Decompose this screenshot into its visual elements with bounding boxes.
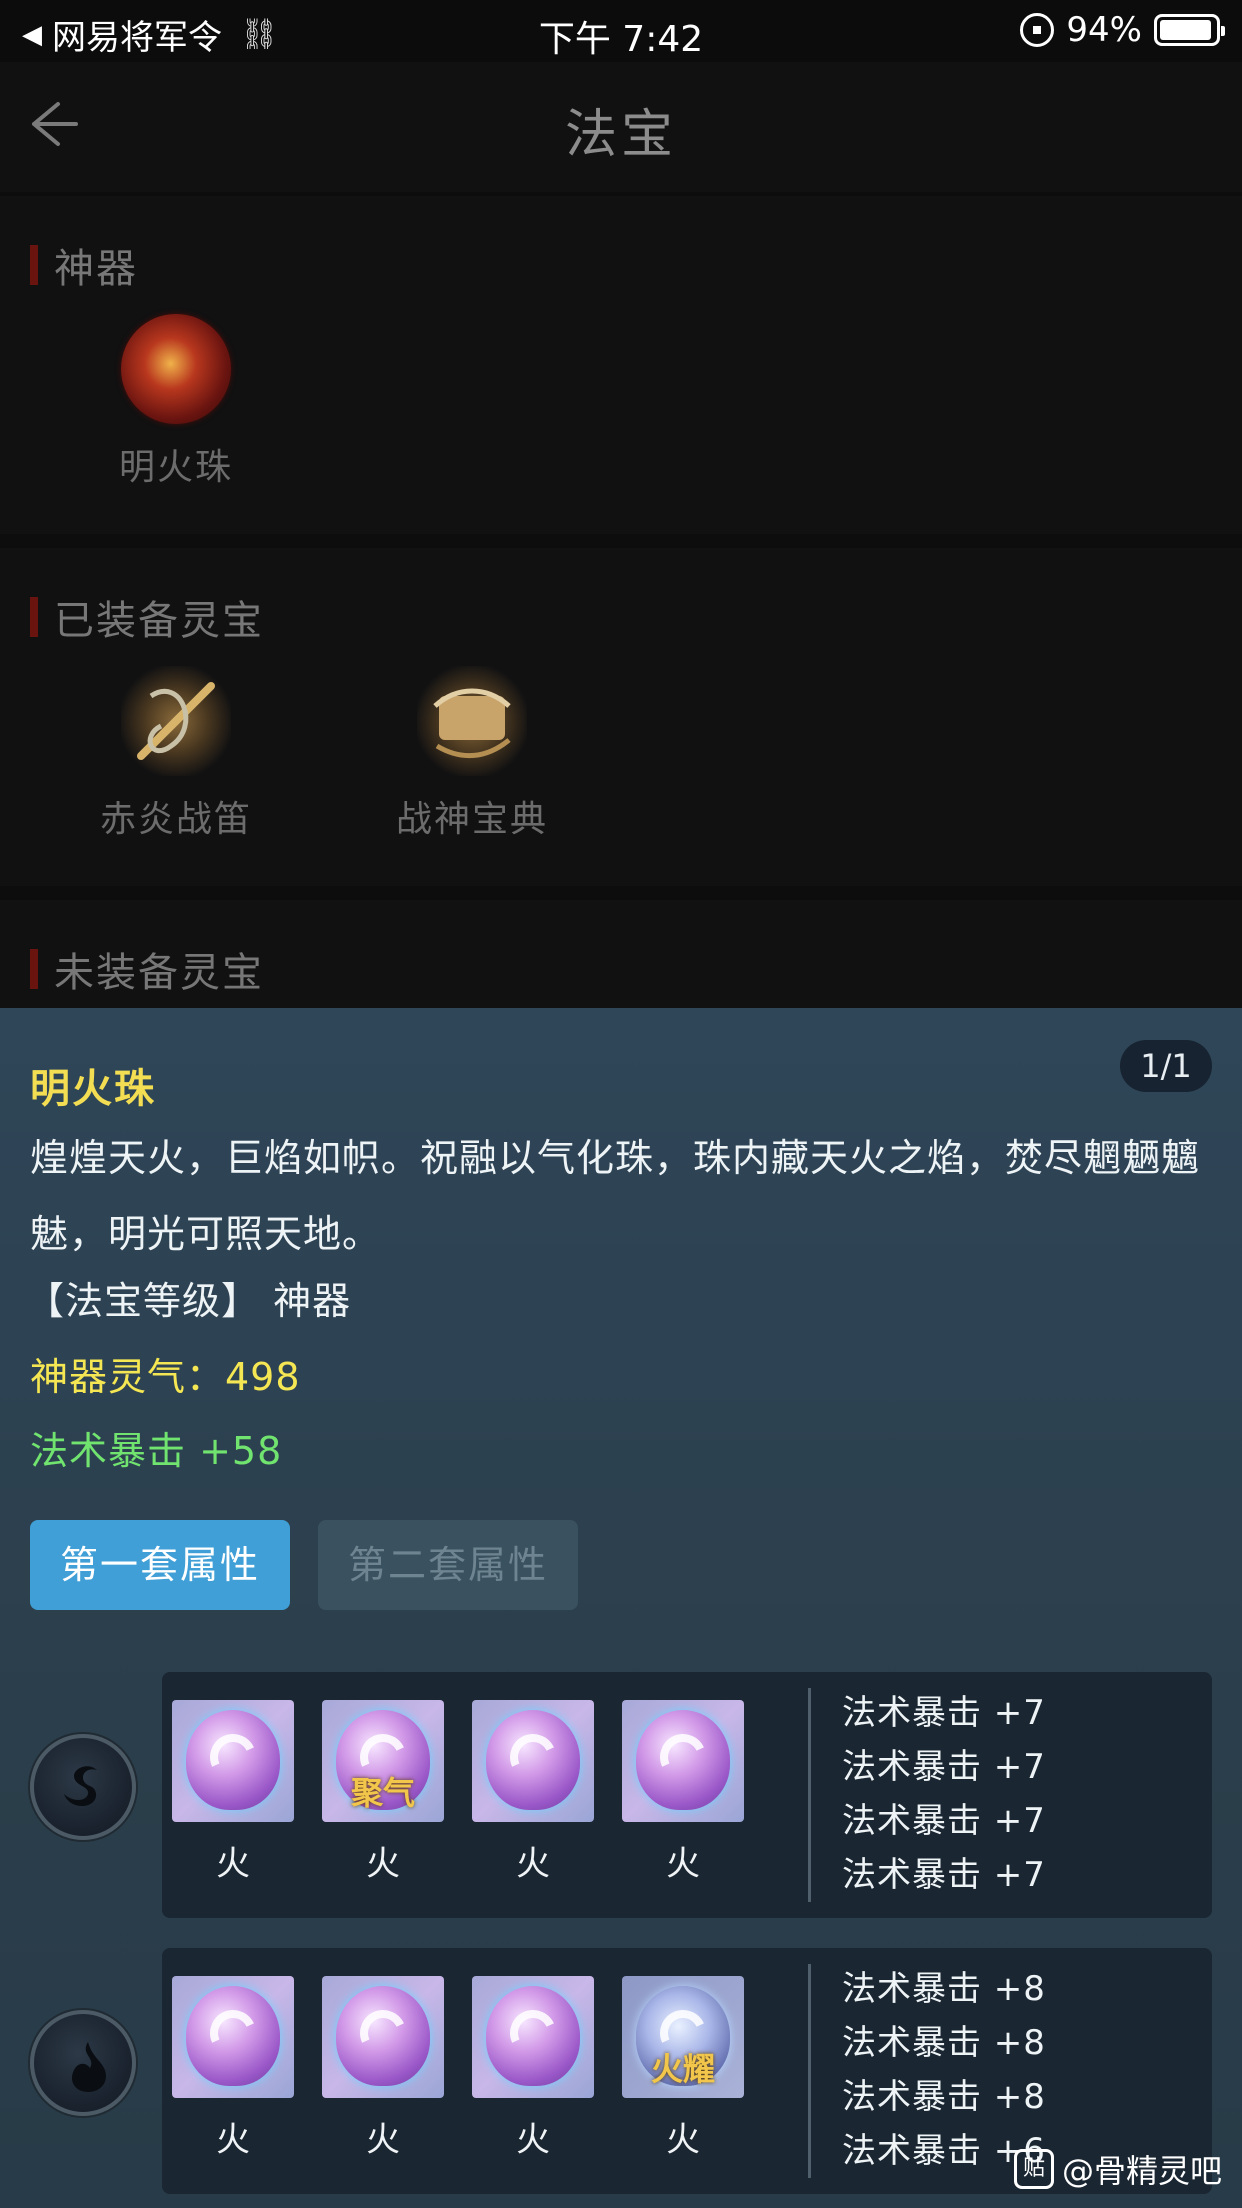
stat-line: 法术暴击 +7 [842,1855,1046,1895]
gem-label: 火 [516,1844,550,1884]
gem-slot[interactable]: 火 [172,1700,294,1885]
fire-gem-icon [472,1700,594,1822]
flute-icon [121,666,231,776]
stat-line: 法术暴击 +8 [842,2077,1046,2117]
fire-radiance-gem-icon: 火耀 [622,1976,744,2098]
divider [808,1688,811,1902]
section-equipped: 已装备灵宝 赤炎战笛 战神宝典 [0,548,1242,886]
swan-emblem-icon [30,1734,136,1840]
status-right: 94% [1020,10,1225,50]
status-bar: ◀ 网易将军令 ⛓ 下午 7:42 94% [0,0,1242,62]
stat-line: 法术暴击 +8 [842,2023,1046,2063]
attribute-row: 火 聚气 火 火 火 法术暴击 +7 法术暴击 +7 法术暴击 +7 法术暴击 … [30,1672,1212,1918]
gem-label: 火 [666,2120,700,2160]
section-artifact: 神器 明火珠 [0,196,1242,534]
equipped-item-flute[interactable]: 赤炎战笛 [66,666,286,842]
fire-gem-icon [322,1976,444,2098]
stat-line: 法术暴击 +7 [842,1801,1046,1841]
gem-label: 火 [666,1844,700,1884]
stat-list: 法术暴击 +7 法术暴击 +7 法术暴击 +7 法术暴击 +7 [842,1686,1046,1902]
tieba-icon: 贴 [1013,2149,1054,2189]
stat-line: 法术暴击 +7 [842,1747,1046,1787]
artifact-level: 【法宝等级】 神器 [26,1279,352,1323]
section-title: 已装备灵宝 [54,598,264,644]
section-title: 神器 [54,246,138,292]
artifact-crit: 法术暴击 +58 [30,1429,283,1473]
artifact-item-fire-pearl[interactable]: 明火珠 [66,314,286,490]
section-header: 已装备灵宝 [30,588,264,646]
section-header: 神器 [30,236,138,294]
battery-percent: 94% [1066,10,1142,50]
tab-first-attributes[interactable]: 第一套属性 [30,1520,290,1610]
section-header: 未装备灵宝 [30,940,264,998]
gem-tag: 聚气 [350,1774,415,1812]
watermark: 贴 @骨精灵吧 [1013,2146,1222,2192]
fire-gem-icon [622,1700,744,1822]
flame-emblem-icon [30,2010,136,2116]
fire-gem-icon [172,1700,294,1822]
fire-gem-icon: 聚气 [322,1700,444,1822]
section-title: 未装备灵宝 [54,950,264,996]
stat-line: 法术暴击 +8 [842,1969,1046,2009]
rotation-lock-icon [1020,13,1055,47]
stat-line: 法术暴击 +7 [842,1693,1046,1733]
scroll-icon [417,666,527,776]
nav-bar: 法宝 [0,62,1242,192]
gem-slot[interactable]: 火 [472,1976,594,2161]
equipped-item-scroll[interactable]: 战神宝典 [362,666,582,842]
tab-second-attributes[interactable]: 第二套属性 [318,1520,578,1610]
attribute-box: 火 聚气 火 火 火 法术暴击 +7 法术暴击 +7 法术暴击 +7 法术暴击 … [162,1672,1212,1918]
gem-slot[interactable]: 聚气 火 [322,1700,444,1885]
fire-pearl-icon [121,314,231,424]
gem-label: 火 [216,2120,250,2160]
gem-slot[interactable]: 火 [322,1976,444,2161]
divider [808,1964,811,2178]
page-indicator: 1/1 [1120,1040,1212,1092]
section-marker [30,597,38,637]
section-marker [30,949,38,989]
gem-tag: 火耀 [650,2050,715,2088]
gem-label: 火 [366,1844,400,1884]
gem-slot[interactable]: 火耀 火 [622,1976,744,2161]
artifact-detail-panel: 明火珠 1/1 煌煌天火，巨焰如帜。祝融以气化珠，珠内藏天火之焰，焚尽魍魉魑魅，… [0,1008,1242,2208]
section-unequipped: 未装备灵宝 [0,900,1242,1008]
item-label: 明火珠 [118,447,233,488]
gem-slot[interactable]: 火 [172,1976,294,2161]
watermark-text: @骨精灵吧 [1061,2152,1222,2190]
battery-icon [1154,14,1225,46]
artifact-aura: 神器灵气：498 [30,1355,301,1399]
artifact-description: 煌煌天火，巨焰如帜。祝融以气化珠，珠内藏天火之焰，焚尽魍魉魑魅，明光可照天地。 [30,1136,1201,1256]
section-marker [30,245,38,285]
item-label: 战神宝典 [395,799,548,840]
gem-label: 火 [366,2120,400,2160]
gem-label: 火 [516,2120,550,2160]
gem-slot[interactable]: 火 [622,1700,744,1885]
gem-slot[interactable]: 火 [472,1700,594,1885]
gem-label: 火 [216,1844,250,1884]
fire-gem-icon [472,1976,594,2098]
artifact-name: 明火珠 [30,1066,156,1112]
page-title: 法宝 [564,105,677,165]
fire-gem-icon [172,1976,294,2098]
item-label: 赤炎战笛 [99,799,252,840]
